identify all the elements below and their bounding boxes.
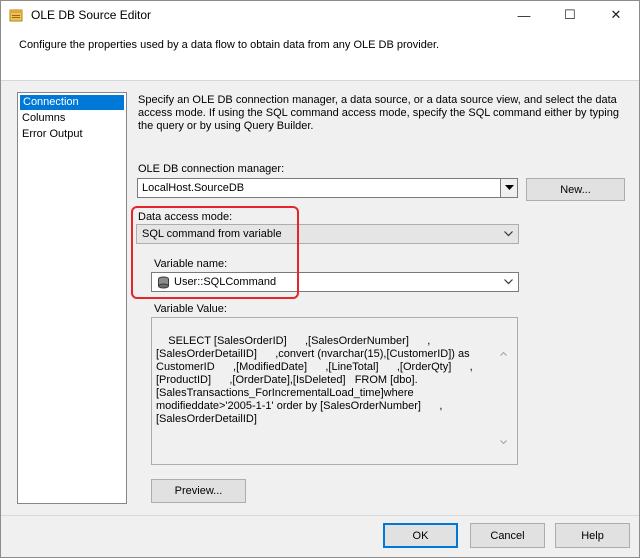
new-button-label: New... [560,183,591,196]
nav-item-error-output[interactable]: Error Output [18,127,126,142]
maximize-button[interactable]: ☐ [547,1,593,29]
connection-manager-label: OLE DB connection manager: [138,163,285,175]
vertical-scrollbar[interactable] [500,318,517,464]
preview-button[interactable]: Preview... [151,479,246,503]
scroll-up-icon[interactable] [500,321,517,373]
ssis-source-icon [9,8,23,22]
close-icon: ✕ [610,7,622,22]
ok-button[interactable]: OK [383,523,458,548]
connection-manager-combo[interactable]: LocalHost.SourceDB [137,178,518,198]
minimize-icon: — [517,7,531,23]
header-area: Configure the properties used by a data … [1,29,639,81]
variable-value-text: SELECT [SalesOrderID] ,[SalesOrderNumber… [156,335,473,425]
nav-item-columns[interactable]: Columns [18,111,126,126]
dropdown-arrow-icon[interactable] [500,179,517,197]
intro-text: Specify an OLE DB connection manager, a … [138,94,619,132]
maximize-icon: ☐ [564,7,576,22]
variable-value-textarea[interactable]: SELECT [SalesOrderID] ,[SalesOrderNumber… [151,317,518,465]
title-bar[interactable]: OLE DB Source Editor — ☐ ✕ [1,1,639,29]
cancel-button-label: Cancel [490,529,525,542]
variable-value-label: Variable Value: [154,303,227,315]
page-navigation-list: Connection Manager Columns Error Output [17,92,127,504]
cancel-button[interactable]: Cancel [470,523,545,548]
help-button-label: Help [581,529,604,542]
annotation-highlight-box [131,206,299,299]
scroll-down-icon[interactable] [500,409,517,461]
close-button[interactable]: ✕ [593,1,639,29]
chevron-down-icon [498,231,518,237]
new-connection-button[interactable]: New... [526,178,625,201]
window-title: OLE DB Source Editor [31,8,152,22]
header-description: Configure the properties used by a data … [19,39,440,51]
chevron-down-icon [498,279,518,285]
connection-manager-value: LocalHost.SourceDB [142,182,245,194]
ole-db-source-editor-window: OLE DB Source Editor — ☐ ✕ Configure the… [0,0,640,558]
minimize-button[interactable]: — [501,1,547,29]
nav-item-connection-manager[interactable]: Connection Manager [20,95,124,123]
footer-divider [1,515,639,516]
ok-button-label: OK [412,529,429,542]
preview-button-label: Preview... [174,485,223,497]
help-button[interactable]: Help [555,523,630,548]
